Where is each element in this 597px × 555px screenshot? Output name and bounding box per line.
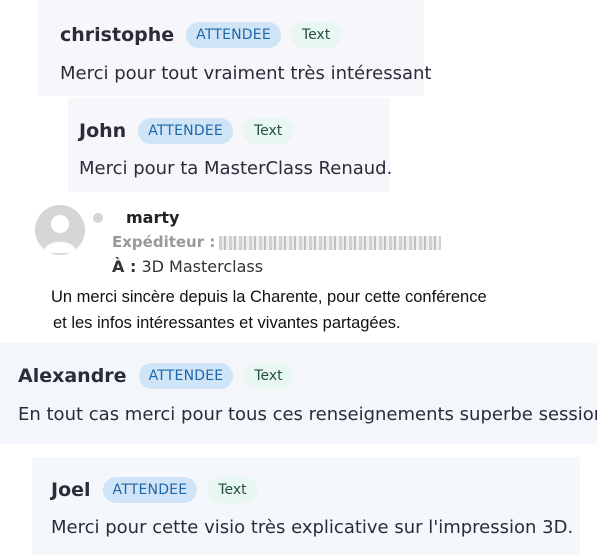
role-badge: ATTENDEE bbox=[186, 22, 281, 48]
comment-message: Merci pour tout vraiment très intéressan… bbox=[60, 63, 432, 84]
type-tag: Text bbox=[242, 118, 294, 144]
role-badge: ATTENDEE bbox=[102, 477, 198, 503]
status-dot bbox=[93, 213, 103, 223]
sender-line: Expéditeur : bbox=[112, 233, 442, 251]
to-value: 3D Masterclass bbox=[141, 257, 264, 276]
type-tag: Text bbox=[290, 22, 342, 48]
comment-card: John ATTENDEE Text Merci pour ta MasterC… bbox=[68, 98, 393, 192]
comment-message: Merci pour ta MasterClass Renaud. bbox=[79, 158, 393, 179]
user-avatar-icon bbox=[35, 205, 85, 255]
recipient-line: À : 3D Masterclass bbox=[112, 257, 263, 276]
from-label: Expéditeur : bbox=[112, 233, 216, 251]
role-badge: ATTENDEE bbox=[138, 363, 234, 389]
author-name: Joel bbox=[51, 479, 91, 501]
comment-card: christophe ATTENDEE Text Merci pour tout… bbox=[38, 0, 431, 96]
author-name: christophe bbox=[60, 24, 175, 46]
author-name: Alexandre bbox=[18, 365, 127, 387]
comment-message: En tout cas merci pour tous ces renseign… bbox=[18, 404, 597, 425]
redacted-address bbox=[219, 235, 442, 250]
email-body-line: et les infos intéressantes et vivantes p… bbox=[53, 314, 401, 332]
type-tag: Text bbox=[243, 363, 294, 389]
author-name: John bbox=[79, 120, 127, 142]
type-tag: Text bbox=[207, 477, 258, 503]
to-label: À : bbox=[112, 257, 137, 276]
comment-card: Joel ATTENDEE Text Merci pour cette visi… bbox=[32, 457, 580, 555]
sender-name: marty bbox=[126, 208, 180, 227]
comment-message: Merci pour cette visio très explicative … bbox=[51, 517, 574, 538]
comment-card: Alexandre ATTENDEE Text En tout cas merc… bbox=[0, 343, 597, 444]
email-body-line: Un merci sincère depuis la Charente, pou… bbox=[51, 288, 487, 306]
role-badge: ATTENDEE bbox=[138, 118, 233, 144]
